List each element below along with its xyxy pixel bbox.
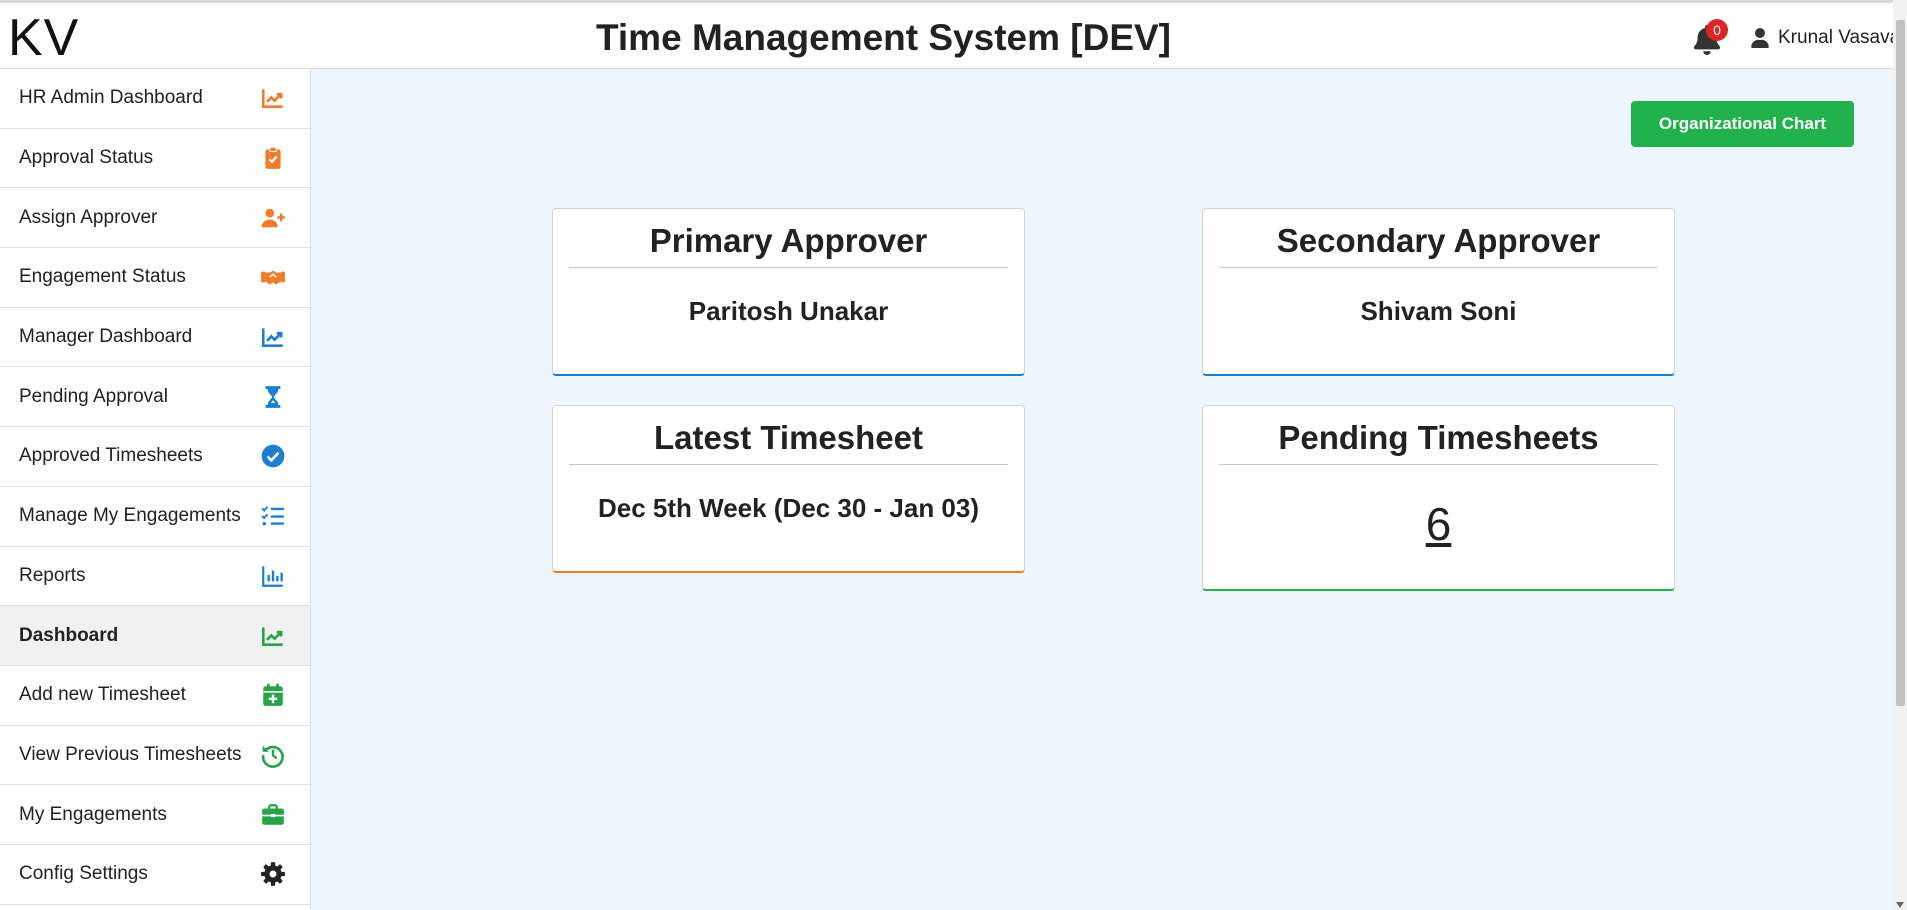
card-title: Secondary Approver bbox=[1219, 209, 1658, 268]
sidebar-item-hr-admin-dashboard[interactable]: HR Admin Dashboard bbox=[0, 69, 310, 129]
chart-line-icon bbox=[261, 328, 283, 348]
card-title: Pending Timesheets bbox=[1219, 406, 1658, 465]
latest-timesheet-week: Dec 5th Week (Dec 30 - Jan 03) bbox=[597, 493, 980, 523]
pending-timesheets-card: Pending Timesheets 6 bbox=[1202, 405, 1675, 591]
user-menu[interactable]: Krunal Vasava bbox=[1751, 25, 1900, 51]
sidebar-item-label: Add new Timesheet bbox=[19, 684, 186, 706]
check-circle-icon bbox=[261, 445, 285, 468]
notification-badge[interactable]: 0 bbox=[1706, 19, 1728, 41]
scrollbar-thumb[interactable] bbox=[1896, 20, 1905, 706]
top-bar: KV Time Management System [DEV] 0 Krunal… bbox=[0, 0, 1907, 69]
sidebar-item-reports[interactable]: Reports bbox=[0, 547, 310, 607]
sidebar: HR Admin Dashboard Approval Status Assig… bbox=[0, 69, 311, 910]
sidebar-item-label: Dashboard bbox=[19, 624, 119, 646]
sidebar-item-view-previous-timesheets[interactable]: View Previous Timesheets bbox=[0, 726, 310, 786]
page-scrollbar[interactable] bbox=[1893, 0, 1907, 910]
sidebar-item-config-settings[interactable]: Config Settings bbox=[0, 845, 310, 905]
clipboard-check-icon bbox=[265, 146, 281, 169]
sidebar-item-label: Engagement Status bbox=[19, 266, 186, 288]
latest-timesheet-card: Latest Timesheet Dec 5th Week (Dec 30 - … bbox=[552, 405, 1025, 573]
card-title: Primary Approver bbox=[569, 209, 1008, 268]
sidebar-item-label: View Previous Timesheets bbox=[19, 743, 242, 765]
sidebar-item-manager-dashboard[interactable]: Manager Dashboard bbox=[0, 308, 310, 368]
user-icon bbox=[1751, 28, 1769, 48]
sidebar-item-pending-approval[interactable]: Pending Approval bbox=[0, 367, 310, 428]
history-icon bbox=[261, 745, 284, 768]
sidebar-item-label: Approval Status bbox=[19, 147, 154, 169]
user-plus-icon bbox=[261, 208, 285, 227]
sidebar-item-label: Assign Approver bbox=[19, 206, 158, 228]
sidebar-item-label: Config Settings bbox=[19, 863, 148, 885]
primary-approver-name: Paritosh Unakar bbox=[688, 296, 889, 326]
sidebar-item-approved-timesheets[interactable]: Approved Timesheets bbox=[0, 427, 310, 487]
secondary-approver-name: Shivam Soni bbox=[1360, 296, 1517, 326]
sidebar-item-label: Reports bbox=[19, 564, 86, 586]
bar-chart-icon bbox=[262, 566, 283, 587]
user-name: Krunal Vasava bbox=[1778, 27, 1901, 48]
sidebar-item-dashboard[interactable]: Dashboard bbox=[0, 606, 310, 666]
org-chart-button[interactable]: Organizational Chart bbox=[1631, 101, 1854, 147]
chart-line-icon bbox=[261, 626, 283, 646]
sidebar-item-label: My Engagements bbox=[19, 803, 167, 825]
sidebar-item-my-engagements[interactable]: My Engagements bbox=[0, 785, 310, 845]
sidebar-item-label: Manage My Engagements bbox=[19, 505, 241, 527]
list-check-icon bbox=[261, 506, 284, 526]
chart-line-icon bbox=[261, 89, 283, 109]
secondary-approver-card: Secondary Approver Shivam Soni bbox=[1202, 208, 1675, 376]
sidebar-item-label: Pending Approval bbox=[19, 385, 168, 407]
app-title: Time Management System [DEV] bbox=[595, 17, 1172, 58]
sidebar-item-label: Manager Dashboard bbox=[19, 326, 193, 348]
calendar-plus-icon bbox=[263, 683, 283, 707]
card-title: Latest Timesheet bbox=[569, 406, 1008, 465]
scroll-down-arrow[interactable] bbox=[1896, 902, 1904, 908]
primary-approver-card: Primary Approver Paritosh Unakar bbox=[552, 208, 1025, 376]
sidebar-item-engagement-status[interactable]: Engagement Status bbox=[0, 248, 310, 308]
sidebar-item-label: HR Admin Dashboard bbox=[19, 87, 203, 109]
sidebar-item-approval-status[interactable]: Approval Status bbox=[0, 129, 310, 189]
sidebar-item-label: Approved Timesheets bbox=[19, 445, 203, 467]
sidebar-item-assign-approver[interactable]: Assign Approver bbox=[0, 188, 310, 249]
pending-timesheets-count[interactable]: 6 bbox=[1203, 497, 1674, 551]
handshake-icon bbox=[261, 270, 285, 285]
briefcase-icon bbox=[262, 803, 284, 825]
sidebar-item-manage-my-engagements[interactable]: Manage My Engagements bbox=[0, 487, 310, 547]
hourglass-icon bbox=[265, 385, 281, 408]
sidebar-item-add-new-timesheet[interactable]: Add new Timesheet bbox=[0, 666, 310, 726]
gear-icon bbox=[261, 862, 285, 887]
